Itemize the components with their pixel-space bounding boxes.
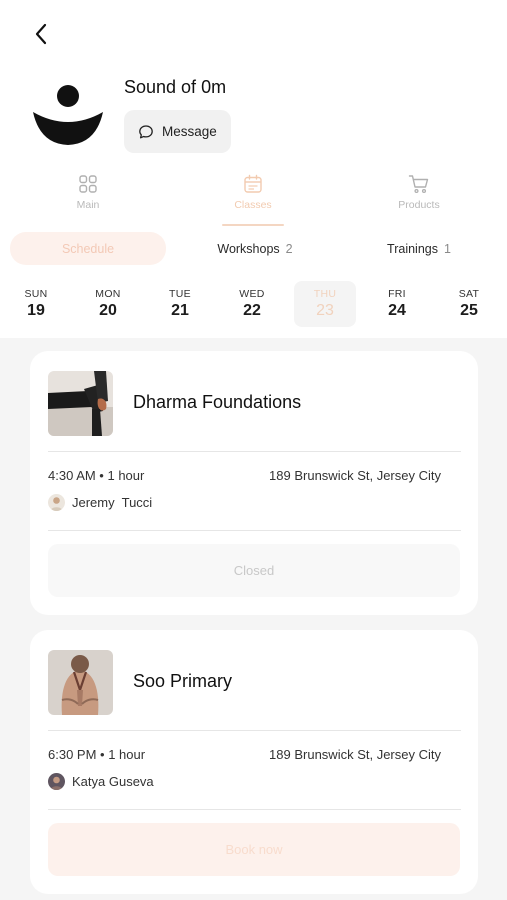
class-time: 6:30 PM • 1 hour	[48, 747, 146, 762]
cart-icon	[408, 175, 429, 194]
divider	[48, 451, 461, 452]
back-button[interactable]	[26, 18, 56, 50]
day-sat[interactable]: SAT 25	[438, 281, 500, 327]
day-sun[interactable]: SUN 19	[5, 281, 67, 327]
message-button[interactable]: Message	[124, 110, 231, 153]
book-now-button-label: Book now	[225, 842, 283, 857]
avatar	[48, 773, 65, 790]
chevron-left-icon	[35, 23, 47, 45]
class-card[interactable]: Dharma Foundations 4:30 AM • 1 hour 189 …	[30, 351, 478, 615]
class-thumbnail	[48, 371, 113, 436]
segment-workshops-count: 2	[285, 241, 293, 256]
avatar	[48, 494, 65, 511]
day-date: 23	[316, 302, 334, 319]
studio-logo	[26, 74, 108, 156]
day-name: TUE	[169, 288, 191, 300]
day-name: MON	[95, 288, 121, 300]
day-date: 25	[460, 302, 478, 319]
class-title: Soo Primary	[133, 671, 233, 691]
instructor-name: Jeremy Tucci	[72, 495, 153, 510]
day-tue[interactable]: TUE 21	[149, 281, 211, 327]
tab-main-label: Main	[76, 199, 100, 211]
class-address: 189 Brunswick St, Jersey City	[269, 747, 441, 762]
day-date: 21	[171, 302, 189, 319]
day-thu[interactable]: THU 23	[294, 281, 356, 327]
divider	[48, 730, 461, 731]
day-picker: SUN 19 MON 20 TUE 21 WED 22 THU 23 FRI 2…	[0, 281, 507, 329]
day-name: SUN	[24, 288, 48, 300]
day-wed[interactable]: WED 22	[221, 281, 283, 327]
segment-trainings-count: 1	[444, 241, 451, 256]
day-name: THU	[313, 288, 337, 300]
instructor: Jeremy Tucci	[48, 494, 152, 511]
instructor: Katya Guseva	[48, 773, 154, 790]
class-card[interactable]: Soo Primary 6:30 PM • 1 hour 189 Brunswi…	[30, 630, 478, 894]
active-tab-indicator	[222, 224, 284, 226]
day-name: WED	[239, 288, 265, 300]
class-address: 189 Brunswick St, Jersey City	[269, 468, 441, 483]
chat-bubble-icon	[139, 124, 153, 138]
day-date: 24	[388, 302, 406, 319]
class-list: Dharma Foundations 4:30 AM • 1 hour 189 …	[0, 338, 507, 900]
tab-classes[interactable]: Classes	[198, 174, 308, 211]
class-title: Dharma Foundations	[133, 392, 302, 412]
message-button-label: Message	[162, 124, 217, 139]
day-mon[interactable]: MON 20	[77, 281, 139, 327]
segment-workshops-label: Workshops	[217, 241, 280, 256]
segment-schedule[interactable]: Schedule	[10, 232, 166, 265]
calendar-icon	[244, 174, 262, 193]
segment-workshops[interactable]: Workshops 2	[180, 232, 330, 265]
class-time: 4:30 AM • 1 hour	[48, 468, 145, 483]
tab-products[interactable]: Products	[364, 174, 474, 211]
segment-trainings[interactable]: Trainings 1	[344, 232, 494, 265]
segment-schedule-label: Schedule	[61, 241, 115, 256]
day-date: 20	[99, 302, 117, 319]
closed-button-label: Closed	[233, 563, 275, 578]
day-fri[interactable]: FRI 24	[366, 281, 428, 327]
class-type-filter: Schedule Workshops 2 Trainings 1	[10, 232, 497, 266]
day-name: FRI	[388, 288, 406, 300]
studio-name: Sound of 0m	[124, 77, 227, 97]
book-now-button[interactable]: Book now	[48, 823, 460, 876]
class-thumbnail	[48, 650, 113, 715]
divider	[48, 809, 461, 810]
divider	[48, 530, 461, 531]
day-date: 19	[27, 302, 45, 319]
tab-classes-label: Classes	[234, 199, 272, 211]
closed-button[interactable]: Closed	[48, 544, 460, 597]
studio-header: Sound of 0m Message	[26, 74, 486, 160]
section-tabs: Main Classes Products	[0, 174, 507, 230]
day-date: 22	[243, 302, 261, 319]
segment-trainings-label: Trainings	[387, 241, 438, 256]
tab-products-label: Products	[398, 199, 440, 211]
day-name: SAT	[458, 288, 480, 300]
tab-main[interactable]: Main	[33, 174, 143, 211]
grid-icon	[79, 175, 97, 193]
instructor-name: Katya Guseva	[72, 774, 154, 789]
